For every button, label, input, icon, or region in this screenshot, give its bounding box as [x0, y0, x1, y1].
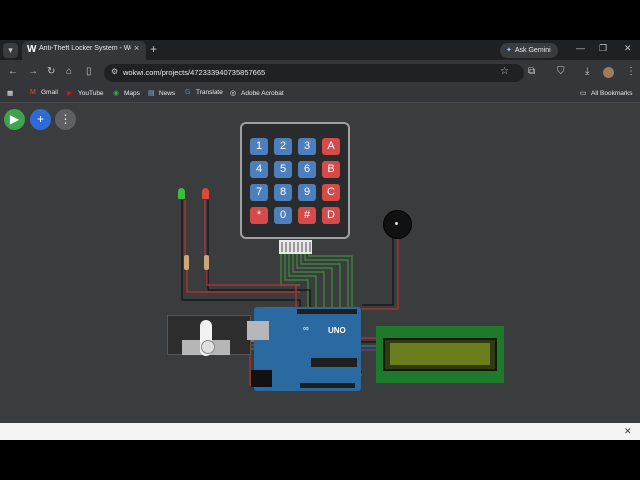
membrane-keypad[interactable]: 1 2 3 A 4 5 6 B 7 8 9 C * 0 # D	[240, 122, 350, 239]
key-0[interactable]: 0	[274, 207, 292, 224]
key-9[interactable]: 9	[298, 184, 316, 201]
power-header	[300, 383, 355, 388]
wires-layer	[170, 200, 399, 390]
digital-header	[297, 309, 357, 314]
atmega-chip	[311, 358, 357, 367]
buzzer-center	[395, 222, 398, 225]
key-hash[interactable]: #	[298, 207, 316, 224]
key-1[interactable]: 1	[250, 138, 268, 155]
resistor-red[interactable]	[204, 255, 209, 270]
red-led[interactable]	[202, 188, 209, 199]
key-star[interactable]: *	[250, 207, 268, 224]
key-b[interactable]: B	[322, 161, 340, 178]
key-5[interactable]: 5	[274, 161, 292, 178]
key-a[interactable]: A	[322, 138, 340, 155]
servo-hub	[201, 340, 215, 354]
uno-label: UNO	[328, 326, 346, 335]
resistor-green[interactable]	[184, 255, 189, 270]
close-panel-icon[interactable]: ✕	[624, 426, 632, 437]
page-footer-bar	[0, 423, 640, 440]
arduino-logo-icon: ∞	[303, 324, 309, 333]
green-led[interactable]	[178, 188, 185, 199]
key-7[interactable]: 7	[250, 184, 268, 201]
key-4[interactable]: 4	[250, 161, 268, 178]
key-6[interactable]: 6	[298, 161, 316, 178]
key-8[interactable]: 8	[274, 184, 292, 201]
usb-port	[247, 321, 269, 340]
lcd-glass	[390, 343, 490, 365]
power-jack	[251, 370, 272, 387]
key-3[interactable]: 3	[298, 138, 316, 155]
key-d[interactable]: D	[322, 207, 340, 224]
keypad-connector	[279, 240, 312, 254]
key-2[interactable]: 2	[274, 138, 292, 155]
key-c[interactable]: C	[322, 184, 340, 201]
